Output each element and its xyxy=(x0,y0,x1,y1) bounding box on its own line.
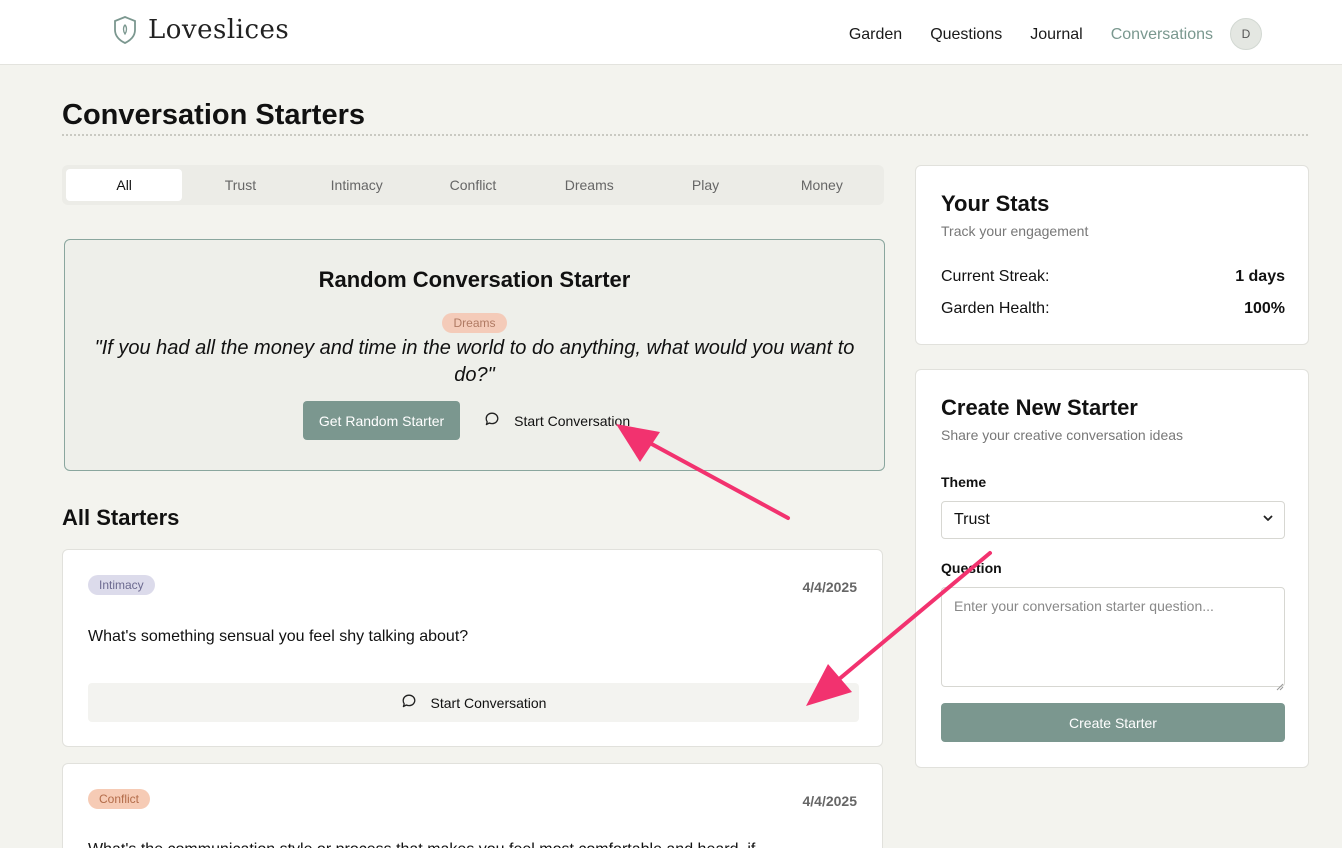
starter-date: 4/4/2025 xyxy=(802,579,858,595)
page-title: Conversation Starters xyxy=(62,99,365,131)
starter-card: Conflict 4/4/2025 What's the communicati… xyxy=(62,763,883,848)
tab-intimacy[interactable]: Intimacy xyxy=(299,169,415,201)
stat-value: 100% xyxy=(1244,300,1285,317)
top-navbar: Loveslices Garden Questions Journal Conv… xyxy=(0,0,1342,65)
chat-bubble-icon xyxy=(484,411,500,430)
stats-title: Your Stats xyxy=(941,191,1050,216)
start-conversation-label: Start Conversation xyxy=(430,694,547,711)
starter-card: Intimacy 4/4/2025 What's something sensu… xyxy=(62,549,883,747)
start-conversation-button[interactable]: Start Conversation xyxy=(88,683,859,722)
theme-badge: Intimacy xyxy=(88,575,155,595)
stat-label: Current Streak: xyxy=(941,268,1050,285)
random-starter-card: Random Conversation Starter Dreams "If y… xyxy=(64,239,885,471)
main-nav: Garden Questions Journal Conversations D xyxy=(821,18,1262,50)
stat-garden-health: Garden Health: 100% xyxy=(941,300,1285,318)
theme-badge: Dreams xyxy=(442,313,507,333)
theme-badge: Conflict xyxy=(88,789,151,809)
all-starters-title: All Starters xyxy=(62,505,180,530)
tab-money[interactable]: Money xyxy=(764,169,880,201)
random-starter-question: "If you had all the money and time in th… xyxy=(94,337,855,386)
chat-bubble-icon xyxy=(401,693,417,712)
brand-name: Loveslices xyxy=(148,15,290,45)
get-random-starter-button[interactable]: Get Random Starter xyxy=(302,401,461,440)
tab-trust[interactable]: Trust xyxy=(182,169,298,201)
tab-play[interactable]: Play xyxy=(647,169,763,201)
create-starter-button[interactable]: Create Starter xyxy=(941,703,1285,742)
chevron-down-icon xyxy=(1262,511,1274,529)
question-label: Question xyxy=(941,560,1002,576)
shield-logo-icon xyxy=(112,14,138,46)
title-divider xyxy=(62,134,1308,136)
theme-select[interactable]: Trust xyxy=(941,501,1285,539)
start-conversation-label: Start Conversation xyxy=(514,412,631,429)
theme-label: Theme xyxy=(941,474,987,490)
tab-dreams[interactable]: Dreams xyxy=(531,169,647,201)
tab-conflict[interactable]: Conflict xyxy=(415,169,531,201)
question-input[interactable] xyxy=(941,587,1285,687)
nav-journal[interactable]: Journal xyxy=(1030,25,1082,45)
stat-current-streak: Current Streak: 1 days xyxy=(941,268,1285,286)
random-starter-title: Random Conversation Starter xyxy=(318,267,631,292)
brand[interactable]: Loveslices xyxy=(112,14,289,46)
nav-conversations[interactable]: Conversations xyxy=(1111,25,1213,45)
nav-questions[interactable]: Questions xyxy=(930,25,1002,45)
starter-date: 4/4/2025 xyxy=(802,793,858,809)
create-starter-card: Create New Starter Share your creative c… xyxy=(915,369,1309,768)
tab-all[interactable]: All xyxy=(66,169,183,201)
starter-question: What's something sensual you feel shy ta… xyxy=(88,628,469,645)
theme-tabs: All Trust Intimacy Conflict Dreams Play … xyxy=(62,165,884,205)
start-conversation-button[interactable]: Start Conversation xyxy=(468,401,647,440)
resize-grip-icon[interactable] xyxy=(1276,678,1284,691)
create-title: Create New Starter xyxy=(941,395,1138,420)
stat-label: Garden Health: xyxy=(941,300,1050,317)
stats-card: Your Stats Track your engagement Current… xyxy=(915,165,1309,345)
nav-garden[interactable]: Garden xyxy=(849,25,902,45)
stat-value: 1 days xyxy=(1235,268,1285,285)
starter-question: What's the communication style or proces… xyxy=(88,840,858,848)
stats-subtitle: Track your engagement xyxy=(941,223,1089,239)
avatar[interactable]: D xyxy=(1230,18,1262,50)
theme-select-value: Trust xyxy=(954,511,990,528)
create-subtitle: Share your creative conversation ideas xyxy=(941,427,1184,443)
